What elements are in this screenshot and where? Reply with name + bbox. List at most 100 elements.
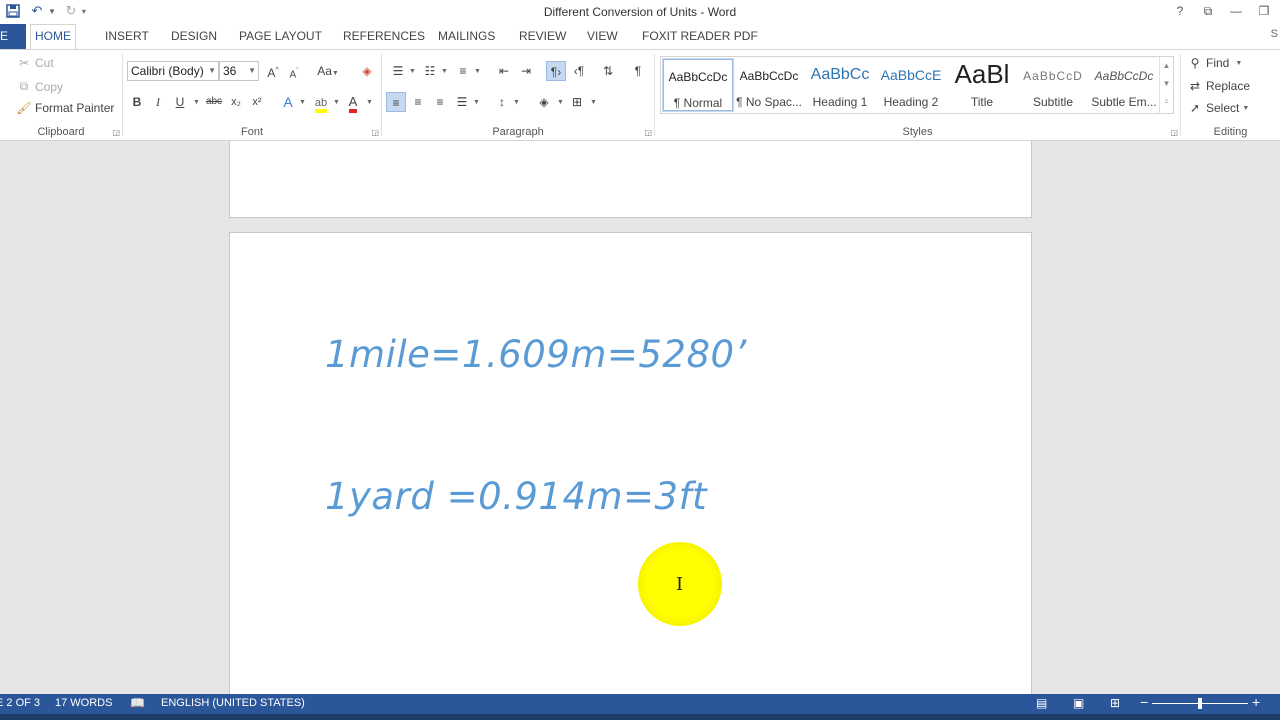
justify-icon[interactable]: ☰ <box>452 92 472 112</box>
increase-indent-icon[interactable]: ⇥ <box>516 61 536 81</box>
justify-dropdown-icon[interactable]: ▼ <box>473 99 480 106</box>
tab-foxit-reader-pdf[interactable]: FOXIT READER PDF <box>638 24 762 49</box>
style-no-spacing[interactable]: AaBbCcDc ¶ No Spac... <box>734 59 804 111</box>
line-spacing-dropdown-icon[interactable]: ▼ <box>513 99 520 106</box>
text-effects-dropdown-icon[interactable]: ▼ <box>299 99 306 106</box>
style-subtitle[interactable]: AaBbCcD Subtitle <box>1018 59 1088 111</box>
shading-icon[interactable]: ◈ <box>534 92 554 112</box>
document-text-line-1[interactable]: 1mile=1.609m=5280’ <box>325 333 747 376</box>
read-mode-icon[interactable]: ▤ <box>1036 696 1047 710</box>
subscript-button[interactable]: x₂ <box>226 92 246 112</box>
style-heading-1[interactable]: AaBbCc Heading 1 <box>805 59 875 111</box>
replace-button[interactable]: ⇄ Replace <box>1187 79 1250 93</box>
line-spacing-icon[interactable]: ↕ <box>492 92 512 112</box>
font-family-value: Calibri (Body) <box>131 64 204 78</box>
multilevel-dropdown-icon[interactable]: ▼ <box>474 68 481 75</box>
text-effects-icon[interactable]: A <box>278 92 298 112</box>
paragraph-launcher-icon[interactable]: ◲ <box>644 128 652 137</box>
taskbar-strip <box>0 714 1280 720</box>
select-button[interactable]: ➚ Select ▼ <box>1187 101 1249 115</box>
decrease-indent-icon[interactable]: ⇤ <box>494 61 514 81</box>
multilevel-list-icon[interactable]: ≡ <box>453 61 473 81</box>
font-color-dropdown-icon[interactable]: ▼ <box>366 99 373 106</box>
tab-insert[interactable]: INSERT <box>101 24 153 49</box>
style-name: Title <box>970 95 994 109</box>
find-button[interactable]: ⚲ Find ▼ <box>1187 56 1243 70</box>
document-canvas[interactable]: 1mile=1.609m=5280’ 1yard =0.914m=3ft <box>0 141 1280 694</box>
more-styles-icon[interactable]: ⩡ <box>1160 93 1173 111</box>
tab-view[interactable]: VIEW <box>583 24 622 49</box>
tab-home[interactable]: HOME <box>30 24 76 50</box>
previous-page[interactable] <box>229 141 1032 218</box>
tab-references[interactable]: REFERENCES <box>339 24 429 49</box>
numbering-icon[interactable]: ☷ <box>420 61 440 81</box>
tab-file[interactable]: E <box>0 24 26 49</box>
style-sample: AaBl <box>954 59 1010 89</box>
borders-dropdown-icon[interactable]: ▼ <box>590 99 597 106</box>
styles-group-label: Styles <box>902 126 933 138</box>
numbering-dropdown-icon[interactable]: ▼ <box>441 68 448 75</box>
superscript-button[interactable]: x² <box>247 92 267 112</box>
help-icon[interactable]: ? <box>1172 2 1188 20</box>
highlight-color-icon[interactable]: ab <box>311 92 331 113</box>
font-color-icon[interactable]: A <box>343 92 363 113</box>
restore-icon[interactable]: ❐ <box>1256 2 1272 20</box>
format-painter-button[interactable]: 🖌 Format Painter <box>16 101 114 115</box>
web-layout-icon[interactable]: ⊞ <box>1110 696 1120 710</box>
italic-button[interactable]: I <box>148 92 168 112</box>
highlight-dropdown-icon[interactable]: ▼ <box>333 99 340 106</box>
align-right-icon[interactable]: ≡ <box>430 92 450 112</box>
change-case-button[interactable]: Aa▼ <box>315 61 341 81</box>
align-left-icon[interactable]: ≡ <box>386 92 406 112</box>
font-family-select[interactable]: Calibri (Body) ▼ <box>127 61 219 81</box>
word-count[interactable]: 17 WORDS <box>55 697 112 709</box>
select-label: Select <box>1206 101 1240 115</box>
zoom-slider-thumb[interactable] <box>1198 698 1202 709</box>
underline-dropdown-icon[interactable]: ▼ <box>193 99 200 106</box>
shrink-font-button[interactable]: Aˇ <box>284 62 304 82</box>
right-to-left-icon[interactable]: ‹¶ <box>569 61 589 81</box>
style-normal[interactable]: AaBbCcDc ¶ Normal <box>662 58 734 112</box>
grow-font-button[interactable]: A^ <box>263 61 283 81</box>
font-launcher-icon[interactable]: ◲ <box>371 128 379 137</box>
bullets-icon[interactable]: ☰ <box>388 61 408 81</box>
left-to-right-icon[interactable]: ¶› <box>546 61 566 81</box>
language-status[interactable]: ENGLISH (UNITED STATES) <box>161 697 305 709</box>
document-page[interactable]: 1mile=1.609m=5280’ 1yard =0.914m=3ft <box>229 232 1032 694</box>
zoom-in-icon[interactable]: + <box>1252 694 1260 710</box>
align-center-icon[interactable]: ≡ <box>408 92 428 112</box>
page-count[interactable]: E 2 OF 3 <box>0 697 40 709</box>
bullets-dropdown-icon[interactable]: ▼ <box>409 68 416 75</box>
style-title[interactable]: AaBl Title <box>947 59 1017 111</box>
proofing-icon[interactable]: 📖 <box>130 696 145 710</box>
sort-icon[interactable]: ⇅ <box>598 61 618 81</box>
copy-button[interactable]: ⧉ Copy <box>16 79 63 94</box>
font-size-select[interactable]: 36 ▼ <box>219 61 259 81</box>
minimize-icon[interactable]: — <box>1228 2 1244 20</box>
style-heading-2[interactable]: AaBbCcE Heading 2 <box>876 59 946 111</box>
strikethrough-button[interactable]: abc <box>203 92 225 112</box>
styles-launcher-icon[interactable]: ◲ <box>1170 128 1178 137</box>
clipboard-launcher-icon[interactable]: ◲ <box>112 128 120 137</box>
user-account[interactable]: S <box>1271 28 1278 40</box>
document-text-line-2[interactable]: 1yard =0.914m=3ft <box>325 475 707 518</box>
tab-review[interactable]: REVIEW <box>515 24 570 49</box>
clear-formatting-icon[interactable]: ◈ <box>357 61 377 81</box>
style-subtle-emphasis[interactable]: AaBbCcDc Subtle Em... <box>1089 59 1159 111</box>
styles-gallery-scroll[interactable]: ▲ ▼ ⩡ <box>1159 57 1173 113</box>
show-formatting-icon[interactable]: ¶ <box>628 61 648 81</box>
print-layout-icon[interactable]: ▣ <box>1073 696 1084 710</box>
shading-dropdown-icon[interactable]: ▼ <box>557 99 564 106</box>
text-cursor-icon: I <box>676 574 684 595</box>
borders-icon[interactable]: ⊞ <box>567 92 587 112</box>
ribbon-display-options-icon[interactable]: ⧉ <box>1200 2 1216 20</box>
tab-design[interactable]: DESIGN <box>167 24 221 49</box>
tab-mailings[interactable]: MAILINGS <box>434 24 499 49</box>
tab-page-layout[interactable]: PAGE LAYOUT <box>235 24 326 49</box>
scroll-up-icon[interactable]: ▲ <box>1160 57 1173 75</box>
underline-button[interactable]: U <box>170 92 190 112</box>
cut-button[interactable]: ✂ Cut <box>16 56 54 70</box>
bold-button[interactable]: B <box>127 92 147 112</box>
scroll-down-icon[interactable]: ▼ <box>1160 75 1173 93</box>
zoom-out-icon[interactable]: − <box>1140 694 1148 710</box>
